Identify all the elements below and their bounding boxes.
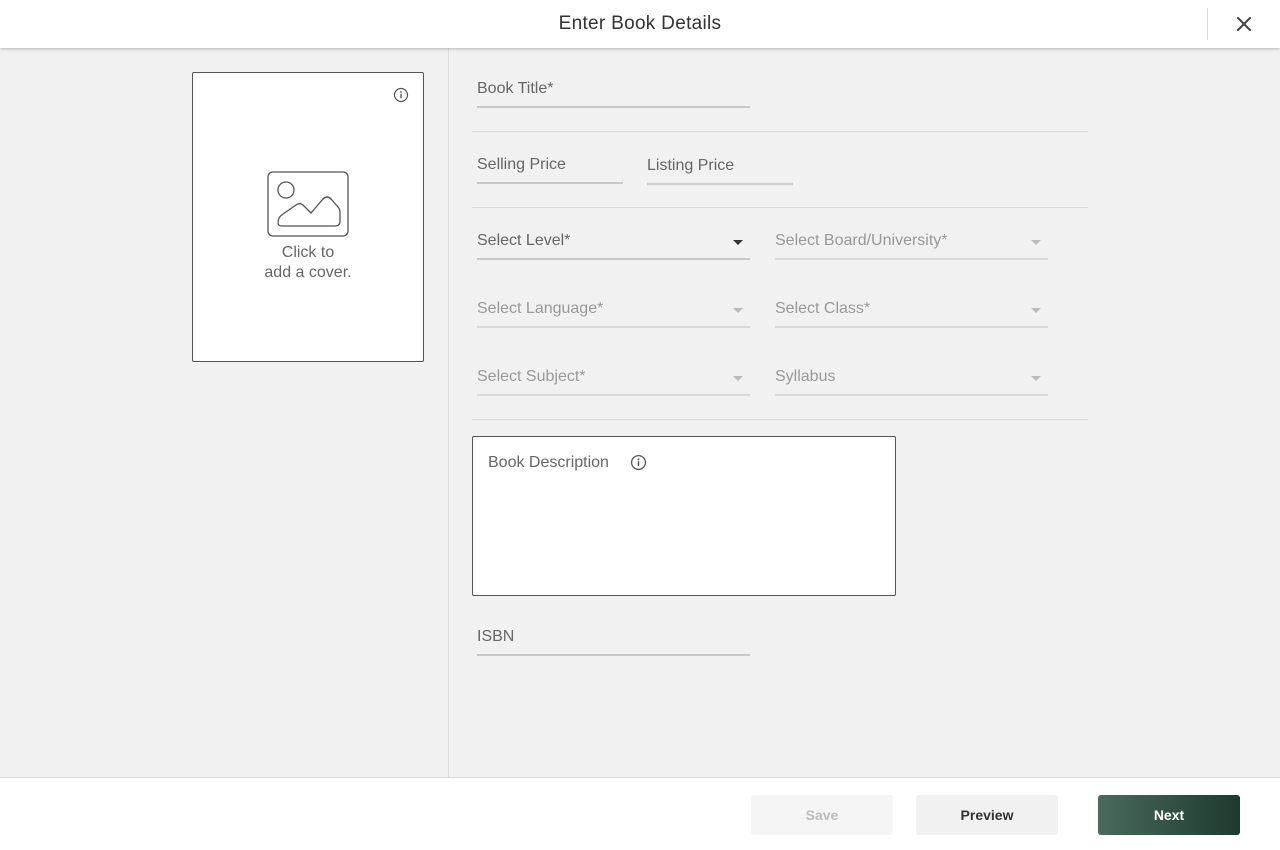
dialog-header: Enter Book Details xyxy=(0,0,1280,48)
book-title-field[interactable]: Book Title* xyxy=(477,74,750,108)
subject-label: Select Subject* xyxy=(477,368,586,385)
language-select[interactable]: Select Language* xyxy=(477,294,750,328)
cover-prompt-line2: add a cover. xyxy=(264,264,352,281)
preview-button[interactable]: Preview xyxy=(916,795,1058,835)
book-description-textarea[interactable]: Book Description xyxy=(472,436,896,596)
save-button[interactable]: Save xyxy=(751,795,893,835)
info-icon[interactable] xyxy=(630,454,647,471)
next-button[interactable]: Next xyxy=(1098,795,1240,835)
board-label: Select Board/University* xyxy=(775,232,948,249)
chevron-down-icon xyxy=(733,376,743,381)
dialog-footer: Save Preview Next xyxy=(0,777,1280,850)
chevron-down-icon xyxy=(733,240,743,245)
isbn-field[interactable]: ISBN xyxy=(477,622,750,656)
chevron-down-icon xyxy=(733,308,743,313)
cover-prompt: Click to add a cover. xyxy=(193,243,423,283)
subject-select[interactable]: Select Subject* xyxy=(477,362,750,396)
column-divider xyxy=(448,48,449,777)
level-select[interactable]: Select Level* xyxy=(477,226,750,260)
close-button[interactable] xyxy=(1228,8,1260,40)
class-select[interactable]: Select Class* xyxy=(775,294,1048,328)
board-select[interactable]: Select Board/University* xyxy=(775,226,1048,260)
add-cover-button[interactable]: Click to add a cover. xyxy=(192,72,424,362)
book-description-label: Book Description xyxy=(488,454,609,471)
chevron-down-icon xyxy=(1031,376,1041,381)
header-divider xyxy=(1207,8,1208,40)
info-icon[interactable] xyxy=(393,87,409,103)
section-divider xyxy=(472,131,1088,132)
class-label: Select Class* xyxy=(775,300,871,317)
level-label: Select Level* xyxy=(477,232,571,249)
book-title-label: Book Title* xyxy=(477,80,554,97)
cover-prompt-line1: Click to xyxy=(281,244,335,261)
language-label: Select Language* xyxy=(477,300,604,317)
listing-price-field[interactable]: Listing Price xyxy=(647,151,793,185)
section-divider xyxy=(472,207,1088,208)
section-divider xyxy=(472,419,1088,420)
close-icon xyxy=(1237,17,1251,31)
syllabus-select[interactable]: Syllabus xyxy=(775,362,1048,396)
listing-price-label: Listing Price xyxy=(647,157,735,174)
selling-price-field[interactable]: Selling Price xyxy=(477,150,623,184)
syllabus-label: Syllabus xyxy=(775,368,836,385)
image-placeholder-icon xyxy=(267,171,349,237)
isbn-label: ISBN xyxy=(477,628,515,645)
chevron-down-icon xyxy=(1031,240,1041,245)
dialog-title: Enter Book Details xyxy=(558,13,722,34)
chevron-down-icon xyxy=(1031,308,1041,313)
selling-price-label: Selling Price xyxy=(477,156,566,173)
